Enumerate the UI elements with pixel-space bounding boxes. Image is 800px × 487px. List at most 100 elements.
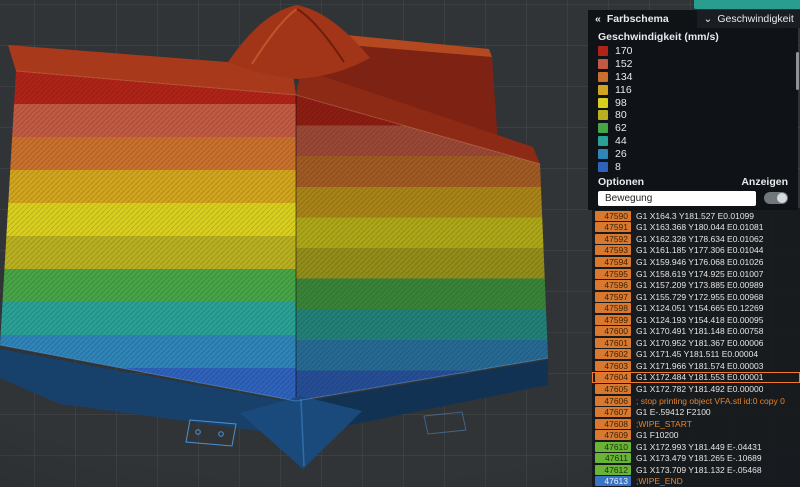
movement-row: Bewegung xyxy=(598,190,788,206)
chevron-down-icon: ⌄ xyxy=(703,13,713,25)
gcode-line-number: 47590 xyxy=(595,210,631,221)
legend-value: 116 xyxy=(615,83,632,96)
legend-item: 134 xyxy=(598,71,788,84)
legend-header-title: Farbschema xyxy=(606,13,669,25)
legend-panel: « Farbschema ⌄ Geschwindigkeit Geschwind… xyxy=(588,10,800,210)
legend-item: 170 xyxy=(598,45,788,58)
gcode-line[interactable]: 47595 G1 X158.619 Y174.925 E0.01007 xyxy=(592,268,800,280)
gcode-line-text: G1 X170.491 Y181.148 E0.00758 xyxy=(636,326,764,337)
gcode-line[interactable]: 47610 G1 X172.993 Y181.449 E-.04431 xyxy=(592,441,800,453)
gcode-line[interactable]: 47598 G1 X124.051 Y154.665 E0.12269 xyxy=(592,302,800,314)
options-row: Optionen Anzeigen xyxy=(598,176,788,188)
gcode-line-text: ;WIPE_END xyxy=(636,476,683,487)
gcode-line-number: 47592 xyxy=(595,233,631,244)
gcode-line[interactable]: 47611 G1 X173.479 Y181.265 E-.10689 xyxy=(592,452,800,464)
legend-item: 26 xyxy=(598,147,788,160)
legend-value: 62 xyxy=(615,122,627,135)
gcode-line[interactable]: 47606 ; stop printing object VFA.stl id:0… xyxy=(592,395,800,407)
legend-value: 134 xyxy=(615,70,633,83)
gcode-line[interactable]: 47601 G1 X170.952 Y181.367 E0.00006 xyxy=(592,337,800,349)
gcode-line-number: 47611 xyxy=(595,453,631,464)
legend-header: « Farbschema ⌄ Geschwindigkeit xyxy=(588,10,800,28)
gcode-line-number: 47597 xyxy=(595,291,631,302)
gcode-line[interactable]: 47596 G1 X157.209 Y173.885 E0.00989 xyxy=(592,279,800,291)
gcode-line-text: G1 X172.993 Y181.449 E-.04431 xyxy=(636,441,762,452)
gcode-line[interactable]: 47613 ;WIPE_END xyxy=(592,476,800,487)
gcode-line-text: G1 X172.484 Y181.553 E0.00001 xyxy=(636,372,764,383)
gcode-line-number: 47602 xyxy=(595,349,631,360)
gcode-line-number: 47600 xyxy=(595,326,631,337)
gcode-line-number: 47607 xyxy=(595,407,631,418)
gcode-line[interactable]: 47592 G1 X162.328 Y178.634 E0.01062 xyxy=(592,233,800,245)
gcode-line[interactable]: 47612 G1 X173.709 Y181.132 E-.05468 xyxy=(592,464,800,476)
gcode-line-number: 47613 xyxy=(595,476,631,487)
gcode-viewer[interactable]: 47590 G1 X164.3 Y181.527 E0.01099 47591 G1 … xyxy=(592,208,800,487)
gcode-line-text: ;WIPE_START xyxy=(636,418,692,429)
legend-swatch xyxy=(598,46,608,57)
anzeigen-label: Anzeigen xyxy=(741,175,788,188)
gcode-line[interactable]: 47609 G1 F10200 xyxy=(592,429,800,441)
gcode-line[interactable]: 47593 G1 X161.185 Y177.306 E0.01044 xyxy=(592,245,800,257)
legend-item: 62 xyxy=(598,122,788,135)
gcode-line-text: G1 X157.209 Y173.885 E0.00989 xyxy=(636,280,764,291)
gcode-line-number: 47595 xyxy=(595,268,631,279)
gcode-line-text: ; stop printing object VFA.stl id:0 copy… xyxy=(636,395,785,406)
gcode-line[interactable]: 47607 G1 E-.59412 F2100 xyxy=(592,406,800,418)
gcode-line-number: 47599 xyxy=(595,314,631,325)
legend-item: 152 xyxy=(598,58,788,71)
color-scheme-dropdown[interactable]: ⌄ Geschwindigkeit xyxy=(696,10,800,28)
gcode-line-text: G1 X164.3 Y181.527 E0.01099 xyxy=(636,210,754,221)
gcode-line-text: G1 X163.368 Y180.044 E0.01081 xyxy=(636,222,764,233)
legend-item: 8 xyxy=(598,160,788,173)
legend-value: 98 xyxy=(615,96,627,109)
cropped-toolbar-button[interactable] xyxy=(694,0,800,9)
gcode-line[interactable]: 47600 G1 X170.491 Y181.148 E0.00758 xyxy=(592,325,800,337)
legend-swatch xyxy=(598,84,608,95)
gcode-line[interactable]: 47602 G1 X171.45 Y181.511 E0.00004 xyxy=(592,349,800,361)
gcode-line[interactable]: 47608 ;WIPE_START xyxy=(592,418,800,430)
gcode-line-number: 47605 xyxy=(595,383,631,394)
legend-swatch xyxy=(598,110,608,121)
model-wall-left-texture xyxy=(0,71,296,401)
legend-items: 170 152 134 116 98 80 62 44 26 8 xyxy=(598,45,788,173)
gcode-line-text: G1 X124.193 Y154.418 E0.00095 xyxy=(636,314,764,325)
legend-swatch xyxy=(598,59,608,70)
gcode-line-text: G1 X171.966 Y181.574 E0.00003 xyxy=(636,360,764,371)
color-scheme-value: Geschwindigkeit xyxy=(717,13,794,25)
gcode-line-number: 47609 xyxy=(595,430,631,441)
gcode-line-text: G1 X173.479 Y181.265 E-.10689 xyxy=(636,453,762,464)
gcode-line[interactable]: 47603 G1 X171.966 Y181.574 E0.00003 xyxy=(592,360,800,372)
gcode-line-text: G1 X171.45 Y181.511 E0.00004 xyxy=(636,349,759,360)
gcode-line-text: G1 F10200 xyxy=(636,430,679,441)
gcode-line-number: 47610 xyxy=(595,441,631,452)
gcode-line[interactable]: 47594 G1 X159.946 Y176.068 E0.01026 xyxy=(592,256,800,268)
legend-value: 170 xyxy=(615,45,633,58)
plate-marker-dot xyxy=(195,429,201,435)
gcode-line[interactable]: 47597 G1 X155.729 Y172.955 E0.00968 xyxy=(592,291,800,303)
movement-toggle[interactable] xyxy=(764,192,788,205)
legend-header-farbschema[interactable]: « Farbschema xyxy=(588,10,697,28)
gcode-line[interactable]: 47605 G1 X172.782 Y181.492 E0.00000 xyxy=(592,383,800,395)
panel-scrollbar[interactable] xyxy=(796,52,799,90)
gcode-line-number: 47608 xyxy=(595,418,631,429)
gcode-line[interactable]: 47591 G1 X163.368 Y180.044 E0.01081 xyxy=(592,222,800,234)
movement-label: Bewegung xyxy=(605,192,653,204)
gcode-line-text: G1 E-.59412 F2100 xyxy=(636,407,711,418)
legend-value: 26 xyxy=(615,147,627,160)
gcode-line[interactable]: 47590 G1 X164.3 Y181.527 E0.01099 xyxy=(592,210,800,222)
legend-item: 98 xyxy=(598,96,788,109)
gcode-line-text: G1 X170.952 Y181.367 E0.00006 xyxy=(636,337,764,348)
legend-swatch xyxy=(598,123,608,134)
gcode-line-number: 47591 xyxy=(595,222,631,233)
legend-value: 44 xyxy=(615,134,627,147)
gcode-line[interactable]: 47599 G1 X124.193 Y154.418 E0.00095 xyxy=(592,314,800,326)
legend-item: 44 xyxy=(598,135,788,148)
gcode-line-number: 47593 xyxy=(595,245,631,256)
legend-swatch xyxy=(598,161,608,172)
movement-dropdown[interactable]: Bewegung xyxy=(598,190,756,206)
legend-body: Geschwindigkeit (mm/s) 170 152 134 116 98 80 6… xyxy=(588,28,798,210)
gcode-line-number: 47601 xyxy=(595,337,631,348)
gcode-line[interactable]: 47604 G1 X172.484 Y181.553 E0.00001 xyxy=(592,371,800,384)
gcode-line-text: G1 X155.729 Y172.955 E0.00968 xyxy=(636,291,764,302)
plate-marker-dot xyxy=(218,431,224,437)
